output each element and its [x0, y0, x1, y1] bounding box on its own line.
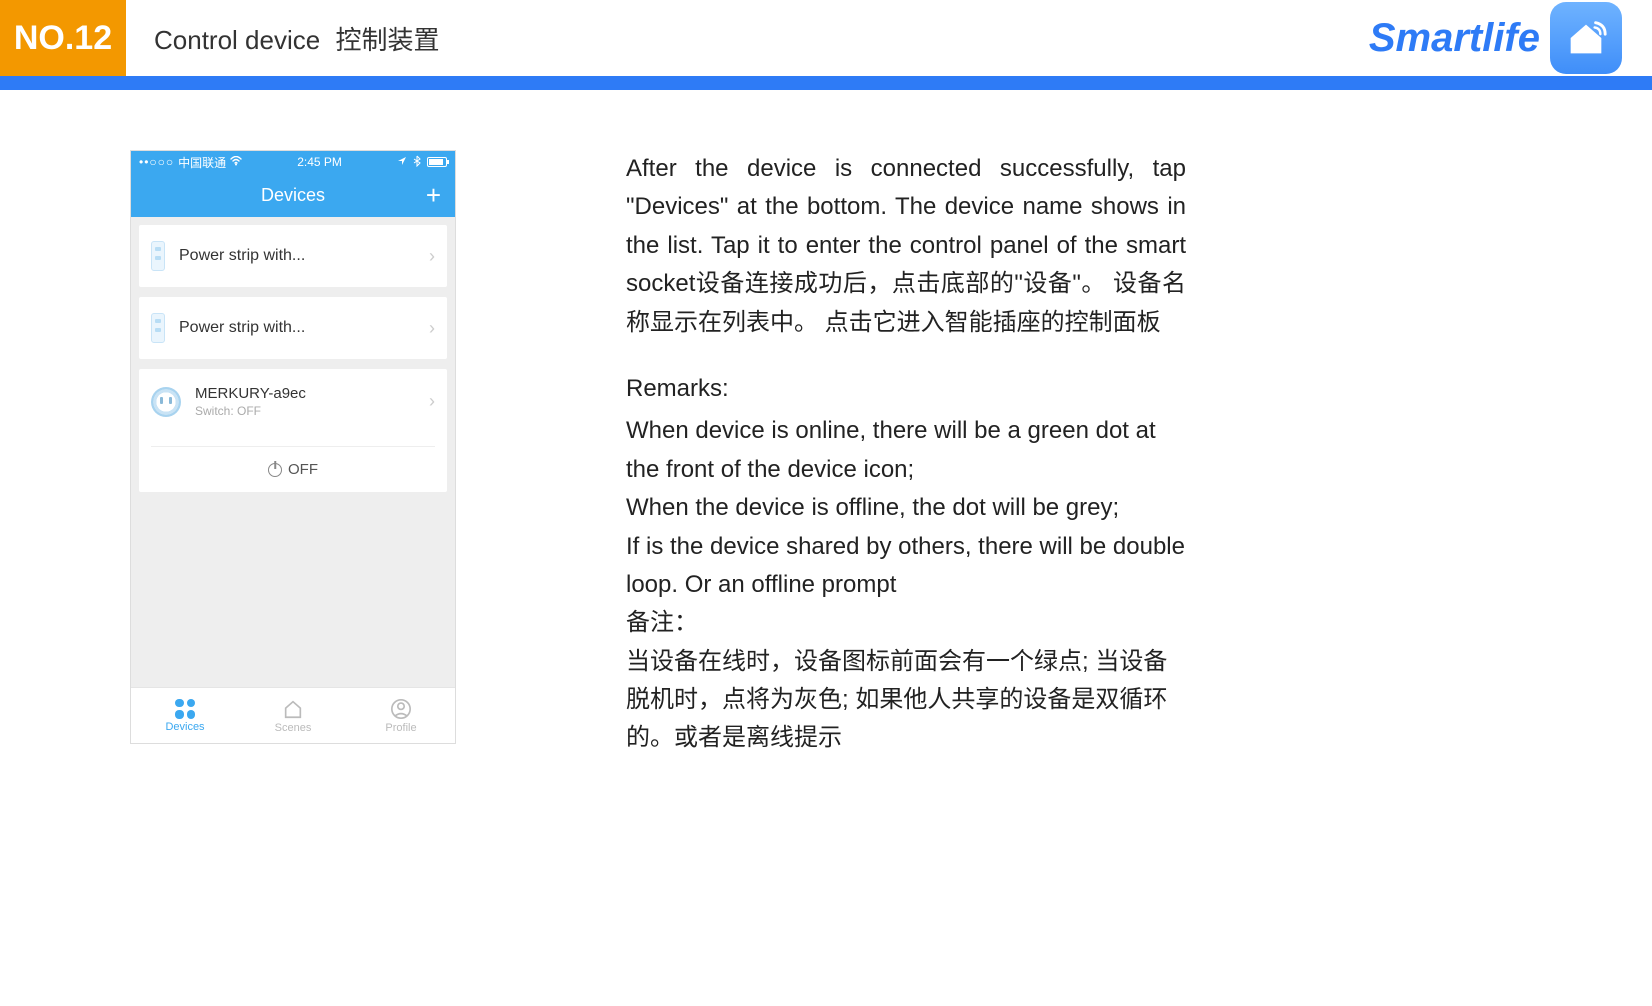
remarks-heading: Remarks: — [626, 370, 1186, 408]
device-name-label: Power strip with... — [179, 247, 415, 265]
device-list-item[interactable]: Power strip with... › — [139, 225, 447, 287]
device-list-item[interactable]: Power strip with... › — [139, 297, 447, 359]
tab-label: Devices — [165, 721, 204, 733]
chevron-right-icon: › — [429, 318, 435, 339]
page-number-badge: NO.12 — [0, 0, 126, 76]
device-name-label: Power strip with... — [179, 319, 415, 337]
device-list: Power strip with... › Power strip with..… — [131, 217, 455, 687]
smart-plug-icon — [151, 387, 181, 417]
remarks-line: If is the device shared by others, there… — [626, 528, 1186, 605]
wifi-icon — [230, 155, 242, 169]
signal-dots-icon: ••○○○ — [139, 155, 174, 169]
tab-devices[interactable]: Devices — [131, 688, 239, 743]
remarks-heading-zh: 备注： — [626, 604, 1186, 642]
add-device-button[interactable]: + — [426, 180, 441, 211]
power-strip-icon — [151, 241, 165, 271]
scenes-tab-icon — [282, 698, 304, 720]
power-toggle-button[interactable]: OFF — [151, 446, 435, 492]
page-title: Control device 控制装置 — [154, 20, 439, 57]
tab-label: Scenes — [275, 722, 312, 734]
chevron-right-icon: › — [429, 391, 435, 412]
battery-icon — [427, 157, 447, 167]
remarks-body-zh: 当设备在线时，设备图标前面会有一个绿点; 当设备脱机时，点将为灰色; 如果他人共… — [626, 643, 1186, 758]
description-main-paragraph: After the device is connected successful… — [626, 150, 1186, 342]
phone-screenshot: ••○○○ 中国联通 2:45 PM Devices + — [130, 150, 456, 744]
page-title-en: Control device — [154, 25, 320, 55]
clock-label: 2:45 PM — [297, 155, 342, 169]
profile-tab-icon — [390, 698, 412, 720]
status-bar: ••○○○ 中国联通 2:45 PM — [131, 151, 455, 173]
bottom-tab-bar: Devices Scenes Profile — [131, 687, 455, 743]
app-nav-bar: Devices + — [131, 173, 455, 217]
description-block: After the device is connected successful… — [626, 150, 1186, 758]
devices-tab-icon — [175, 699, 195, 719]
power-strip-icon — [151, 313, 165, 343]
chevron-right-icon: › — [429, 246, 435, 267]
carrier-label: 中国联通 — [178, 154, 226, 171]
device-name-label: MERKURY-a9ec — [195, 385, 415, 402]
tab-scenes[interactable]: Scenes — [239, 688, 347, 743]
location-icon — [397, 155, 407, 169]
tab-profile[interactable]: Profile — [347, 688, 455, 743]
remarks-line: When the device is offline, the dot will… — [626, 489, 1186, 527]
remarks-line: When device is online, there will be a g… — [626, 412, 1186, 489]
power-state-label: OFF — [288, 461, 318, 478]
device-status-label: Switch: OFF — [195, 404, 415, 418]
tab-label: Profile — [385, 722, 416, 734]
bluetooth-icon — [413, 155, 421, 170]
divider-bar — [0, 76, 1652, 90]
page-header: NO.12 Control device 控制装置 Smartlife — [0, 0, 1652, 76]
device-list-item[interactable]: MERKURY-a9ec Switch: OFF › OFF — [139, 369, 447, 492]
page-title-zh: 控制装置 — [335, 25, 439, 55]
nav-title: Devices — [261, 185, 325, 206]
power-icon — [268, 463, 282, 477]
brand-name: Smartlife — [1369, 16, 1540, 61]
brand-logo-icon — [1550, 2, 1622, 74]
content-area: ••○○○ 中国联通 2:45 PM Devices + — [0, 90, 1652, 798]
